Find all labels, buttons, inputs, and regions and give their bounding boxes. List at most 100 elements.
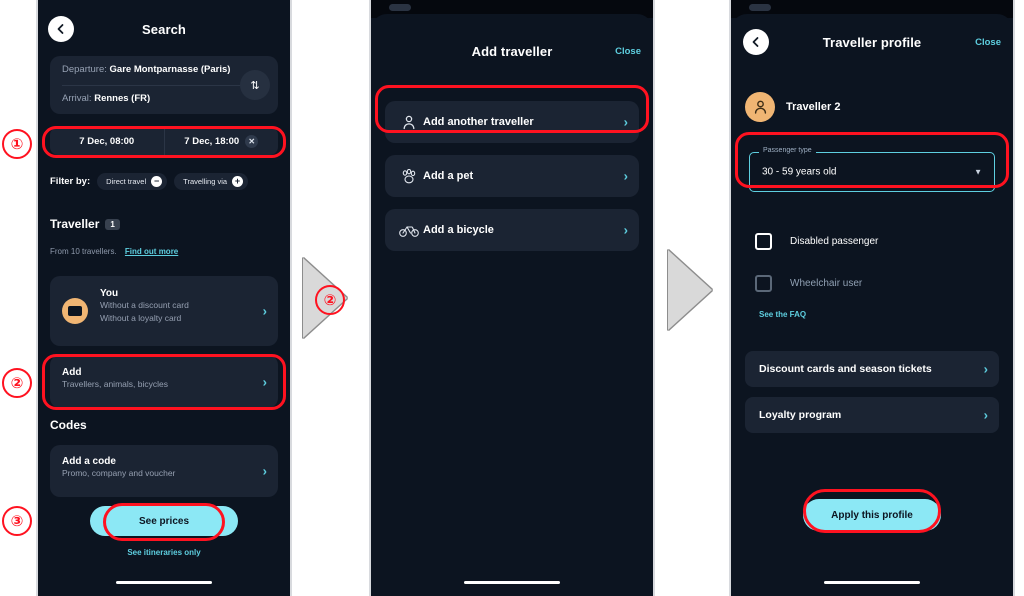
sheet-handle xyxy=(749,4,771,11)
home-indicator xyxy=(116,581,212,584)
home-indicator xyxy=(464,581,560,584)
arrival-label: Arrival: xyxy=(62,93,92,104)
date-return-label: 7 Dec, 18:00 xyxy=(184,135,240,147)
filter-by-label: Filter by: xyxy=(50,176,91,187)
find-out-more-link[interactable]: Find out more xyxy=(125,247,178,256)
see-itineraries-link[interactable]: See itineraries only xyxy=(38,548,290,557)
filter-row: Filter by: Direct travel − Travelling vi… xyxy=(50,173,280,190)
option-add-bicycle[interactable]: Add a bicycle › xyxy=(385,209,639,251)
plus-circle-icon[interactable]: + xyxy=(232,176,244,187)
add-code-subtitle: Promo, company and voucher xyxy=(62,468,176,478)
option-label: Add another traveller xyxy=(423,116,534,128)
option-add-pet[interactable]: Add a pet › xyxy=(385,155,639,197)
page-title: Search xyxy=(142,21,186,37)
apply-this-profile-button[interactable]: Apply this profile xyxy=(803,499,941,531)
traveller-profile-header: Traveller profile Close xyxy=(731,28,1013,56)
chevron-down-icon[interactable]: ▼ xyxy=(974,168,982,177)
sheet-handle xyxy=(389,4,411,11)
chevron-right-icon[interactable]: › xyxy=(624,223,628,238)
step-number-1: ① xyxy=(2,129,32,159)
minus-circle-icon[interactable]: − xyxy=(151,176,163,187)
departure-label: Departure: xyxy=(62,64,107,75)
close-button[interactable]: Close xyxy=(615,46,641,57)
person-icon xyxy=(397,115,421,130)
row-loyalty-program[interactable]: Loyalty program › xyxy=(745,397,999,433)
phone-panel-search: Search Departure: Gare Montparnasse (Par… xyxy=(36,0,292,596)
flow-arrow-2 xyxy=(668,250,712,330)
chevron-right-icon[interactable]: › xyxy=(624,115,628,130)
add-traveller-card[interactable]: Add Travellers, animals, bicycles › xyxy=(50,355,278,408)
traveller-you-card[interactable]: You Without a discount card Without a lo… xyxy=(50,276,278,346)
passenger-type-select[interactable]: Passenger type 30 - 59 years old ▼ xyxy=(749,147,995,192)
checkbox-label: Wheelchair user xyxy=(790,278,863,289)
codes-section-title: Codes xyxy=(50,418,87,432)
checkbox-disabled-passenger[interactable]: Disabled passenger xyxy=(755,233,878,250)
option-add-another-traveller[interactable]: Add another traveller › xyxy=(385,101,639,143)
step-number-3-left: ③ xyxy=(2,506,32,536)
checkbox-box[interactable] xyxy=(755,275,772,292)
chip-travelling-via[interactable]: Travelling via + xyxy=(174,173,249,190)
row-label: Discount cards and season tickets xyxy=(759,363,932,375)
close-button[interactable]: Close xyxy=(975,37,1001,48)
chevron-left-icon xyxy=(752,37,759,47)
chevron-right-icon[interactable]: › xyxy=(263,464,267,479)
search-header: Search xyxy=(38,16,290,42)
checkbox-wheelchair-user[interactable]: Wheelchair user xyxy=(755,275,862,292)
screen-search: Search Departure: Gare Montparnasse (Par… xyxy=(38,0,290,596)
you-title: You xyxy=(100,288,119,299)
chevron-right-icon[interactable]: › xyxy=(263,304,267,319)
back-button[interactable] xyxy=(48,16,74,42)
see-the-faq-link[interactable]: See the FAQ xyxy=(759,310,806,319)
add-traveller-header: Add traveller Close xyxy=(371,40,653,62)
departure-value: Gare Montparnasse (Paris) xyxy=(109,64,231,75)
row-discount-cards[interactable]: Discount cards and season tickets › xyxy=(745,351,999,387)
you-discount-line: Without a discount card xyxy=(100,300,189,310)
checkbox-box[interactable] xyxy=(755,233,772,250)
add-code-card[interactable]: Add a code Promo, company and voucher › xyxy=(50,445,278,497)
swap-vertical-icon: ⇅ xyxy=(250,79,260,92)
page-title: Add traveller xyxy=(471,43,553,59)
chevron-right-icon[interactable]: › xyxy=(263,374,267,389)
close-icon[interactable]: ✕ xyxy=(245,134,259,148)
see-prices-button[interactable]: See prices xyxy=(90,506,238,536)
origin-destination-box[interactable]: Departure: Gare Montparnasse (Paris) Arr… xyxy=(50,56,278,114)
add-code-title: Add a code xyxy=(62,456,116,467)
traveller-title-text: Traveller xyxy=(50,217,100,231)
chip-label: Direct travel xyxy=(106,177,147,186)
option-label: Add a pet xyxy=(423,170,474,182)
arrival-row[interactable]: Arrival: Rennes (FR) xyxy=(62,93,150,104)
back-button[interactable] xyxy=(743,29,769,55)
option-label: Add a bicycle xyxy=(423,224,494,236)
add-subtitle: Travellers, animals, bicycles xyxy=(62,379,168,389)
passenger-type-legend: Passenger type xyxy=(759,147,816,154)
chip-direct-travel[interactable]: Direct travel − xyxy=(97,173,168,190)
row-label: Loyalty program xyxy=(759,409,842,421)
traveller-note-text: From 10 travellers. xyxy=(50,247,117,256)
chevron-right-icon[interactable]: › xyxy=(984,362,988,377)
bottom-sheet: Traveller profile Close Traveller 2 Pass… xyxy=(731,14,1013,596)
arrival-value: Rennes (FR) xyxy=(94,93,151,104)
step-number-2-arrow: ② xyxy=(315,285,345,315)
page-title: Traveller profile xyxy=(822,34,922,50)
bottom-sheet: Add traveller Close Add another travelle… xyxy=(371,14,653,596)
codes-title-text: Codes xyxy=(50,418,87,432)
phone-panel-traveller-profile: Traveller profile Close Traveller 2 Pass… xyxy=(729,0,1015,596)
phone-panel-add-traveller: Add traveller Close Add another travelle… xyxy=(369,0,655,596)
chip-label: Travelling via xyxy=(183,177,228,186)
departure-row[interactable]: Departure: Gare Montparnasse (Paris) xyxy=(62,64,230,75)
chevron-right-icon[interactable]: › xyxy=(984,408,988,423)
paw-icon xyxy=(397,168,421,184)
swap-button[interactable]: ⇅ xyxy=(240,70,270,100)
screen-traveller-profile: Traveller profile Close Traveller 2 Pass… xyxy=(731,0,1013,596)
traveller-note: From 10 travellers. Find out more xyxy=(50,247,178,256)
add-title: Add xyxy=(62,367,82,378)
checkbox-label: Disabled passenger xyxy=(790,236,879,247)
traveller-section-title: Traveller 1 xyxy=(50,217,120,231)
date-return[interactable]: 7 Dec, 18:00 ✕ xyxy=(163,127,279,155)
chevron-left-icon xyxy=(57,24,64,34)
traveller-count-badge: 1 xyxy=(105,218,120,230)
chevron-right-icon[interactable]: › xyxy=(624,169,628,184)
date-range-box[interactable]: 7 Dec, 08:00 7 Dec, 18:00 ✕ xyxy=(50,127,278,155)
date-outbound[interactable]: 7 Dec, 08:00 xyxy=(50,127,164,155)
person-avatar-icon xyxy=(745,92,775,122)
